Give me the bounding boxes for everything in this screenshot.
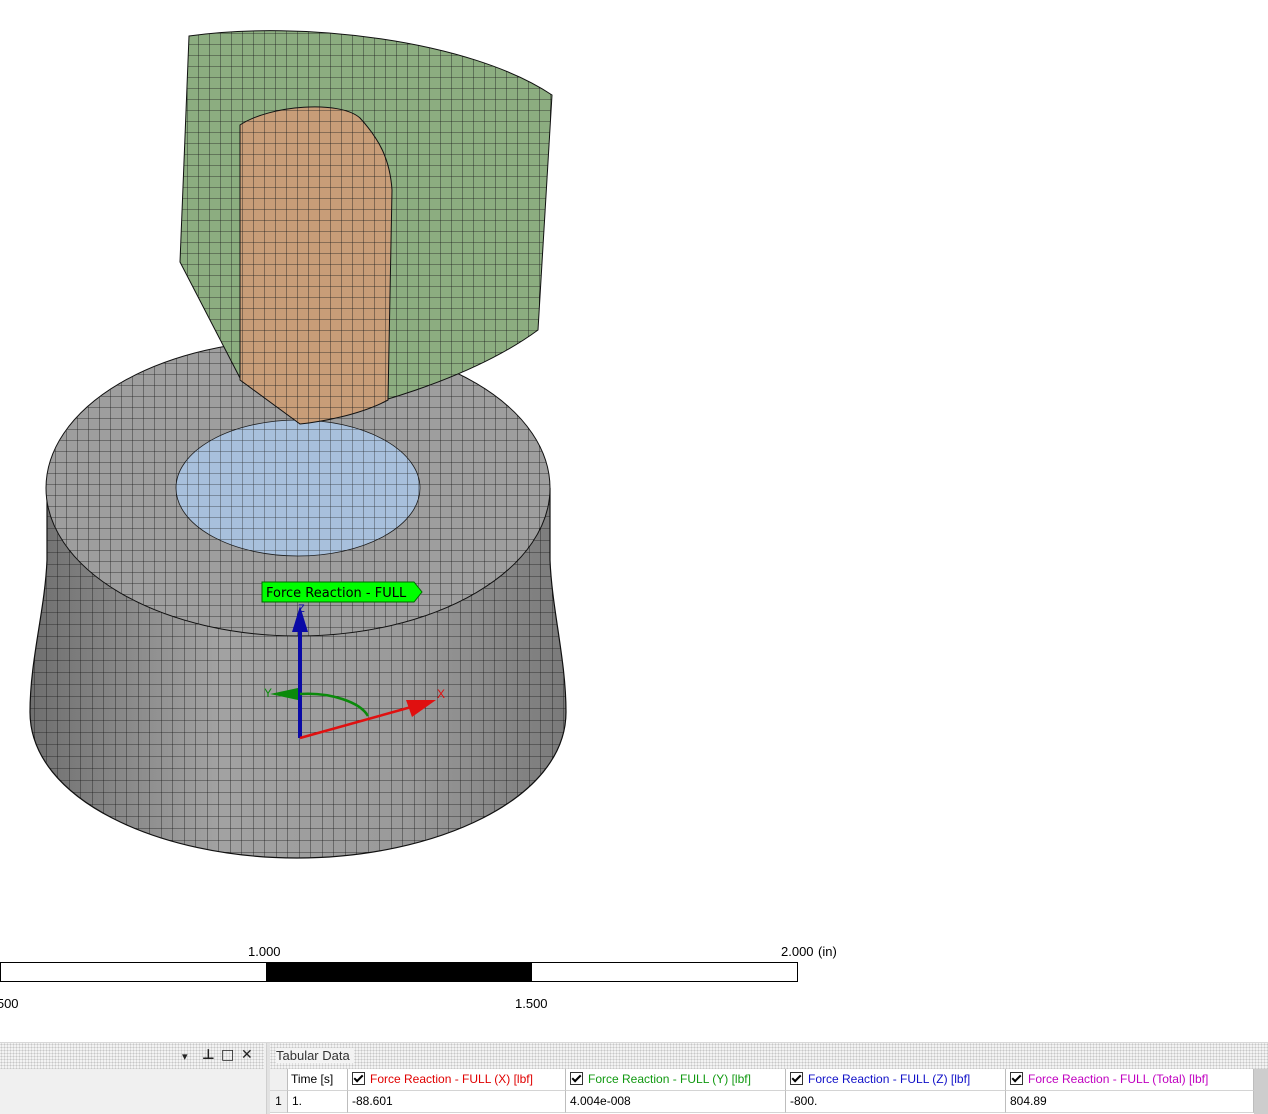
scale-label-0-500: 0.500 (0, 996, 19, 1011)
scale-label-1-000: 1.000 (248, 944, 281, 959)
scale-bar-black-segment (266, 962, 532, 982)
column-header-force-y[interactable]: Force Reaction - FULL (Y) [lbf] (566, 1069, 786, 1091)
column-header-label: Force Reaction - FULL (Y) [lbf] (588, 1072, 751, 1086)
pane-dropdown-icon[interactable]: ▾ (182, 1050, 188, 1064)
column-visible-checkbox[interactable] (570, 1072, 583, 1085)
corner-cell (270, 1069, 288, 1091)
column-header-force-z[interactable]: Force Reaction - FULL (Z) [lbf] (786, 1069, 1006, 1091)
x-axis-label: X (437, 687, 445, 701)
graphics-viewport[interactable]: Y X Z Force Reaction - FULL (0, 0, 1268, 1040)
pin-icon[interactable]: ⊥ (202, 1048, 215, 1062)
column-header-time[interactable]: Time [s] (288, 1069, 348, 1091)
force-reaction-annotation[interactable]: Force Reaction - FULL (261, 581, 423, 603)
column-header-label: Time [s] (291, 1072, 334, 1086)
annotation-label: Force Reaction - FULL (266, 586, 407, 601)
maximize-icon[interactable]: □ (221, 1048, 234, 1062)
column-header-label: Force Reaction - FULL (Total) [lbf] (1028, 1072, 1209, 1086)
table-cell-force-total[interactable]: 804.89 (1006, 1091, 1254, 1113)
tabular-data-title: Tabular Data (276, 1048, 354, 1063)
row-index[interactable]: 1 (270, 1091, 288, 1113)
column-visible-checkbox[interactable] (352, 1072, 365, 1085)
y-axis-label: Y (264, 686, 272, 700)
bottom-panels: ▾ ⊥ □ ✕ Tabular Data Time [s] Force Reac… (0, 1042, 1268, 1114)
scale-label-1-500: 1.500 (515, 996, 548, 1011)
scale-unit: (in) (818, 944, 837, 959)
column-header-force-x[interactable]: Force Reaction - FULL (X) [lbf] (348, 1069, 566, 1091)
graph-pane-header: ▾ ⊥ □ ✕ (0, 1043, 264, 1069)
z-axis-label: Z (298, 603, 305, 615)
tabular-data-grid: Time [s] Force Reaction - FULL (X) [lbf]… (270, 1069, 1254, 1114)
column-header-label: Force Reaction - FULL (X) [lbf] (370, 1072, 533, 1086)
table-cell-force-y[interactable]: 4.004e-008 (566, 1091, 786, 1113)
tabular-data-header: Tabular Data (270, 1043, 1268, 1069)
tabular-vertical-scrollbar[interactable] (1254, 1069, 1268, 1114)
column-header-label: Force Reaction - FULL (Z) [lbf] (808, 1072, 971, 1086)
column-visible-checkbox[interactable] (790, 1072, 803, 1085)
column-header-force-total[interactable]: Force Reaction - FULL (Total) [lbf] (1006, 1069, 1254, 1091)
scale-label-2-000: 2.000 (781, 944, 814, 959)
scale-bar: 0.500 1.000 1.500 2.000 (in) (0, 940, 900, 1020)
table-cell-force-z[interactable]: -800. (786, 1091, 1006, 1113)
mesh-model-view: Y X Z Force Reaction - FULL (29, 30, 567, 859)
inner-core (239, 106, 393, 425)
table-cell-force-x[interactable]: -88.601 (348, 1091, 566, 1113)
column-visible-checkbox[interactable] (1010, 1072, 1023, 1085)
table-cell-time[interactable]: 1. (288, 1091, 348, 1113)
close-icon[interactable]: ✕ (241, 1048, 253, 1062)
